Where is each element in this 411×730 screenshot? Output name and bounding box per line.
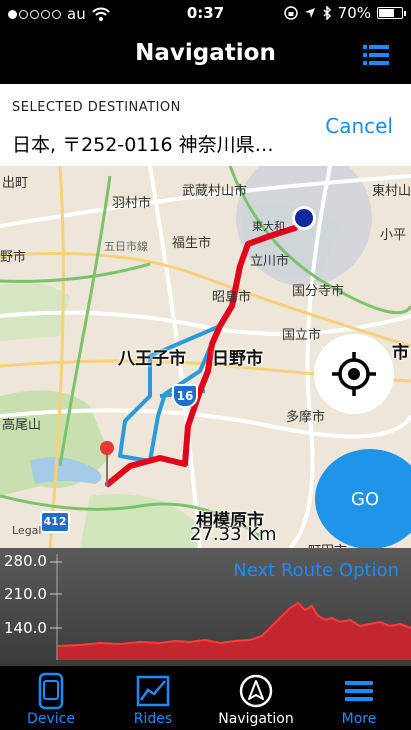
go-label: GO <box>351 488 380 510</box>
elevation-tick: 280.0 <box>4 552 47 570</box>
tab-label: Device <box>27 711 75 727</box>
page-title: Navigation <box>135 40 276 66</box>
chart-icon <box>136 675 170 707</box>
map-label: 立川市 <box>250 254 290 269</box>
battery-icon <box>377 7 406 19</box>
map-label: 国分寺市 <box>292 284 345 299</box>
elevation-profile: 280.0 210.0 140.0 Next Route Option <box>0 548 411 666</box>
map-label: 野市 <box>0 250 27 265</box>
cancel-button[interactable]: Cancel <box>325 114 393 138</box>
tab-label: More <box>341 711 377 727</box>
next-route-option-button[interactable]: Next Route Option <box>233 560 399 581</box>
map-label: 東大和 <box>252 220 285 233</box>
destination-panel: SELECTED DESTINATION 日本, 〒252-0116 神奈川県…… <box>0 84 411 166</box>
destination-address[interactable]: 日本, 〒252-0116 神奈川県… <box>12 130 302 157</box>
crosshair-icon <box>332 352 376 396</box>
orientation-lock-icon <box>283 6 298 20</box>
route-shield-16: 16 <box>172 384 198 408</box>
tab-more[interactable]: More <box>308 666 410 730</box>
destination-label: SELECTED DESTINATION <box>12 100 181 115</box>
map-label: 福生市 <box>172 236 212 251</box>
location-arrow-icon <box>304 8 315 18</box>
map-label: 羽村市 <box>112 196 152 211</box>
map-label: 日野市 <box>212 349 263 369</box>
route-shield-412: 412 <box>40 511 70 533</box>
elevation-tick: 210.0 <box>4 585 47 603</box>
nav-bar: Navigation <box>0 28 411 84</box>
legal-link[interactable]: Legal <box>12 524 41 537</box>
map-label: 武蔵村山市 <box>182 184 248 199</box>
map-label: 小平 <box>380 228 407 243</box>
navigation-arrow-icon <box>239 674 273 708</box>
tab-bar: Device Rides Navigation More <box>0 666 411 730</box>
tab-label: Navigation <box>218 711 294 727</box>
status-bar: au 0:37 70% <box>0 0 411 28</box>
menu-icon <box>345 681 373 701</box>
locate-button[interactable] <box>314 334 394 414</box>
map-label: 高尾山 <box>2 418 42 433</box>
device-icon <box>38 672 64 710</box>
tab-device[interactable]: Device <box>0 666 102 730</box>
tab-rides[interactable]: Rides <box>102 666 204 730</box>
go-button[interactable]: GO <box>315 449 411 548</box>
map-label: 五日市線 <box>104 240 148 253</box>
map-label: 東村山 <box>372 184 411 199</box>
map-label: 八王子市 <box>118 349 186 369</box>
tab-label: Rides <box>133 711 173 727</box>
tab-navigation[interactable]: Navigation <box>205 666 307 730</box>
map-label: 出町 <box>2 176 29 191</box>
route-distance: 27.33 Km <box>190 524 277 545</box>
battery-percent: 70% <box>337 4 371 22</box>
map-label: 昭島市 <box>212 290 252 305</box>
bluetooth-icon <box>323 6 331 20</box>
map-label: 市 <box>392 343 409 363</box>
map-view[interactable]: 出町 羽村市 武蔵村山市 東村山 五日市線 福生市 東大和 小平 野市 立川市 … <box>0 166 411 548</box>
elevation-tick: 140.0 <box>4 619 47 637</box>
list-icon[interactable] <box>363 45 389 65</box>
